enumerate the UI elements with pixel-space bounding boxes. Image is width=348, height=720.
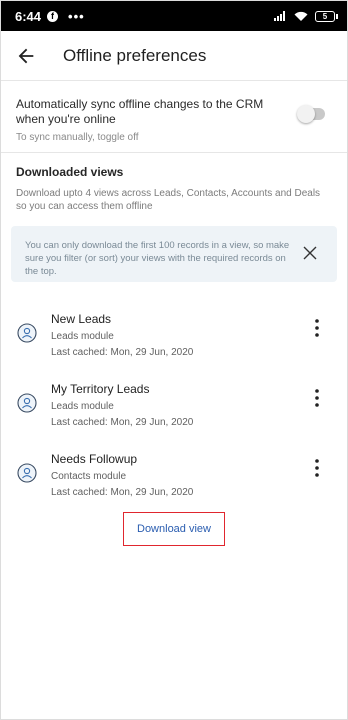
- more-options-icon[interactable]: [313, 318, 321, 338]
- view-avatar-icon: [17, 323, 37, 343]
- status-right: 5: [274, 10, 338, 22]
- view-last-cached: Last cached: Mon, 29 Jun, 2020: [51, 347, 194, 358]
- phone-screen: 6:44 f ••• 5 Offline preferences Automat…: [0, 0, 348, 720]
- view-avatar-icon: [17, 393, 37, 413]
- view-name: My Territory Leads: [51, 382, 150, 396]
- more-options-icon[interactable]: [313, 388, 321, 408]
- view-module: Leads module: [51, 331, 114, 342]
- close-icon[interactable]: [303, 246, 317, 260]
- status-time: 6:44: [15, 8, 42, 24]
- list-item[interactable]: Needs Followup Contacts module Last cach…: [1, 450, 347, 520]
- auto-sync-label: Automatically sync offline changes to th…: [16, 97, 264, 126]
- list-item[interactable]: New Leads Leads module Last cached: Mon,…: [1, 310, 347, 380]
- more-notifications-icon: •••: [68, 8, 85, 24]
- downloaded-views-heading: Downloaded views: [16, 165, 124, 179]
- toggle-knob: [297, 105, 315, 123]
- view-last-cached: Last cached: Mon, 29 Jun, 2020: [51, 487, 194, 498]
- view-last-cached: Last cached: Mon, 29 Jun, 2020: [51, 417, 194, 428]
- view-avatar-icon: [17, 463, 37, 483]
- facebook-icon: f: [47, 10, 59, 22]
- status-left: 6:44 f •••: [15, 9, 85, 24]
- battery-icon: 5: [315, 10, 338, 22]
- more-options-icon[interactable]: [313, 458, 321, 478]
- record-limit-banner: You can only download the first 100 reco…: [11, 226, 337, 282]
- view-module: Leads module: [51, 401, 114, 412]
- page-title: Offline preferences: [63, 45, 207, 65]
- downloaded-views-description: Download upto 4 views across Leads, Cont…: [16, 188, 321, 212]
- view-module: Contacts module: [51, 471, 127, 482]
- downloaded-views-section: Downloaded views Download upto 4 views a…: [1, 153, 347, 213]
- auto-sync-hint: To sync manually, toggle off: [16, 132, 139, 143]
- auto-sync-toggle[interactable]: [297, 105, 325, 123]
- back-arrow-icon[interactable]: [15, 45, 37, 67]
- wifi-icon: [294, 11, 308, 21]
- auto-sync-setting: Automatically sync offline changes to th…: [1, 81, 347, 153]
- list-item[interactable]: My Territory Leads Leads module Last cac…: [1, 380, 347, 450]
- status-bar: 6:44 f ••• 5: [1, 1, 347, 31]
- app-bar: Offline preferences: [1, 31, 347, 81]
- banner-text: You can only download the first 100 reco…: [25, 240, 290, 277]
- signal-icon: [274, 11, 285, 21]
- view-name: New Leads: [51, 312, 112, 326]
- views-list: New Leads Leads module Last cached: Mon,…: [1, 310, 347, 520]
- view-name: Needs Followup: [51, 452, 138, 466]
